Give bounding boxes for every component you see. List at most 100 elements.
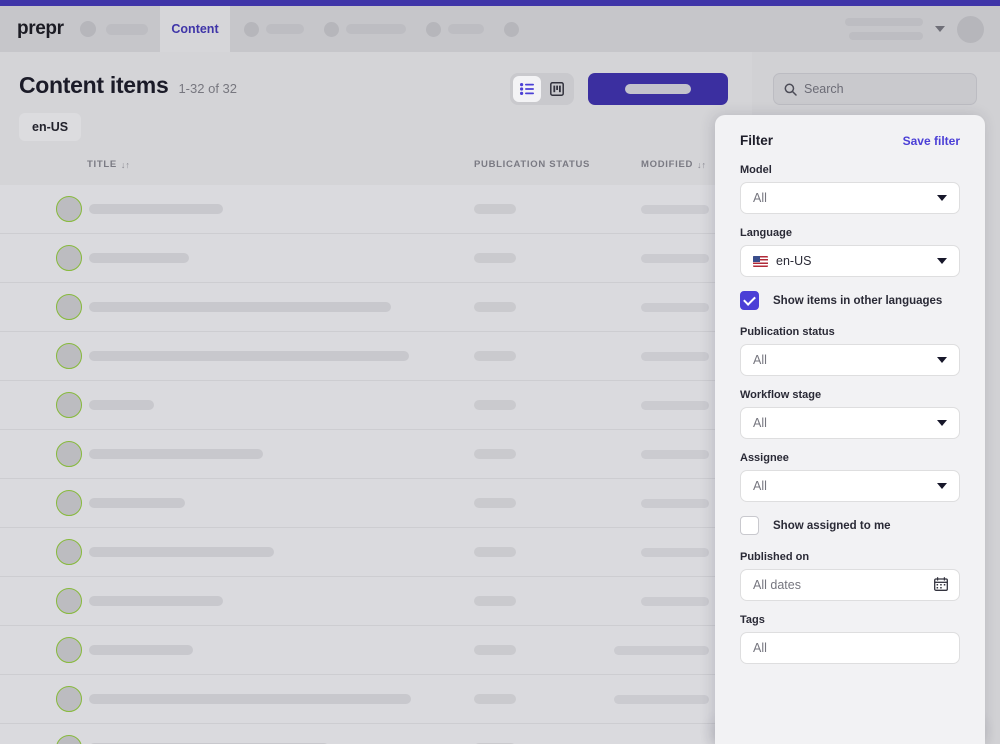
filter-select-publication-status[interactable]: All xyxy=(740,344,960,376)
filter-field-publication-status: Publication status All xyxy=(740,326,960,376)
row-publication-status-skeleton xyxy=(474,498,516,508)
checkbox-row-assigned-to-me[interactable]: Show assigned to me xyxy=(740,516,960,535)
row-modified-skeleton xyxy=(641,351,709,361)
topbar-user-zone[interactable] xyxy=(845,15,1000,43)
tab-content[interactable]: Content xyxy=(160,6,230,52)
filter-select-language[interactable]: en-US xyxy=(740,245,960,277)
search-input[interactable]: Search xyxy=(773,73,977,105)
table-row[interactable] xyxy=(0,675,752,724)
column-header-publication-status[interactable]: PUBLICATION STATUS xyxy=(474,159,590,170)
row-title-skeleton xyxy=(89,596,223,606)
sort-icon-modified[interactable]: ↓↑ xyxy=(697,160,706,170)
us-flag-icon xyxy=(753,255,768,267)
row-avatar xyxy=(56,294,82,320)
chevron-down-icon[interactable] xyxy=(937,483,947,489)
filter-field-assignee: Assignee All xyxy=(740,452,960,502)
row-avatar xyxy=(56,245,82,271)
chevron-down-icon[interactable] xyxy=(935,26,945,32)
row-avatar xyxy=(56,196,82,222)
row-title-skeleton xyxy=(89,547,274,557)
row-avatar xyxy=(56,637,82,663)
nav-skeleton-item[interactable] xyxy=(324,21,406,37)
nav-skeleton-item[interactable] xyxy=(426,21,484,37)
row-modified-skeleton xyxy=(641,253,709,263)
row-publication-status-skeleton xyxy=(474,596,516,606)
filter-select-tags[interactable]: All xyxy=(740,632,960,664)
nav-skeleton-item[interactable] xyxy=(244,21,304,37)
prepr-logo[interactable]: prepr xyxy=(17,18,64,40)
filter-select-workflow-stage[interactable]: All xyxy=(740,407,960,439)
filter-panel-title: Filter xyxy=(740,133,774,148)
row-title-skeleton xyxy=(89,351,409,361)
list-view-icon[interactable] xyxy=(513,76,541,102)
avatar[interactable] xyxy=(957,15,984,43)
row-modified-skeleton xyxy=(641,302,709,312)
checkbox-show-other-languages[interactable] xyxy=(740,291,759,310)
row-modified-skeleton xyxy=(614,645,709,655)
row-avatar xyxy=(56,588,82,614)
filter-value-assignee: All xyxy=(753,479,767,493)
filter-select-published-on[interactable]: All dates xyxy=(740,569,960,601)
filter-field-workflow-stage: Workflow stage All xyxy=(740,389,960,439)
row-avatar xyxy=(56,490,82,516)
table-row[interactable] xyxy=(0,430,752,479)
column-header-title[interactable]: TITLE ↓↑ xyxy=(87,159,130,170)
chevron-down-icon[interactable] xyxy=(937,420,947,426)
sort-icon-title[interactable]: ↓↑ xyxy=(121,160,130,170)
nav-item-bar xyxy=(448,24,484,34)
row-title-skeleton xyxy=(89,645,193,655)
table-row[interactable] xyxy=(0,626,752,675)
save-filter-link[interactable]: Save filter xyxy=(903,134,960,148)
user-line-2 xyxy=(849,32,923,40)
checkbox-label-other-languages: Show items in other languages xyxy=(773,294,943,307)
row-publication-status-skeleton xyxy=(474,351,516,361)
checkbox-show-assigned-to-me[interactable] xyxy=(740,516,759,535)
row-title-skeleton xyxy=(89,498,185,508)
chevron-down-icon[interactable] xyxy=(937,258,947,264)
row-publication-status-skeleton xyxy=(474,204,516,214)
nav-item-bar xyxy=(346,24,406,34)
table-row[interactable] xyxy=(0,234,752,283)
table-row[interactable] xyxy=(0,332,752,381)
filter-value-language: en-US xyxy=(776,254,812,268)
filter-value-workflow-stage: All xyxy=(753,416,767,430)
view-toggle-group xyxy=(510,73,574,105)
nav-skeleton-circle xyxy=(79,21,96,37)
row-avatar xyxy=(56,539,82,565)
table-row[interactable] xyxy=(0,381,752,430)
row-modified-skeleton xyxy=(641,498,709,508)
nav-skeleton-item[interactable] xyxy=(504,21,519,37)
checkbox-row-other-languages[interactable]: Show items in other languages xyxy=(740,291,960,310)
board-view-icon[interactable] xyxy=(543,76,571,102)
calendar-icon[interactable] xyxy=(934,577,948,593)
row-publication-status-skeleton xyxy=(474,302,516,312)
column-header-modified[interactable]: MODIFIED ↓↑ xyxy=(641,159,706,170)
row-avatar xyxy=(56,686,82,712)
table-row[interactable] xyxy=(0,479,752,528)
table-row[interactable] xyxy=(0,185,752,234)
view-toolbar xyxy=(510,73,728,105)
row-modified-skeleton xyxy=(641,400,709,410)
filter-value-tags: All xyxy=(753,641,767,655)
filter-panel: Filter Save filter Model All Language en… xyxy=(715,115,985,744)
filter-label-assignee: Assignee xyxy=(740,452,789,464)
nav-item-circle xyxy=(504,21,519,37)
chevron-down-icon[interactable] xyxy=(937,195,947,201)
search-icon xyxy=(784,83,797,96)
table-row[interactable] xyxy=(0,724,752,744)
filter-select-model[interactable]: All xyxy=(740,182,960,214)
table-row[interactable] xyxy=(0,528,752,577)
filter-field-model: Model All xyxy=(740,164,960,214)
table-row[interactable] xyxy=(0,577,752,626)
chevron-down-icon[interactable] xyxy=(937,357,947,363)
content-items-table xyxy=(0,185,752,744)
language-tabs: en-US xyxy=(0,99,752,141)
table-row[interactable] xyxy=(0,283,752,332)
row-publication-status-skeleton xyxy=(474,547,516,557)
language-tab-en-us[interactable]: en-US xyxy=(19,113,82,141)
row-publication-status-skeleton xyxy=(474,694,516,704)
nav-item-circle xyxy=(426,21,441,37)
filter-select-assignee[interactable]: All xyxy=(740,470,960,502)
create-content-button[interactable] xyxy=(588,73,728,105)
checkbox-label-assigned-to-me: Show assigned to me xyxy=(773,519,891,532)
